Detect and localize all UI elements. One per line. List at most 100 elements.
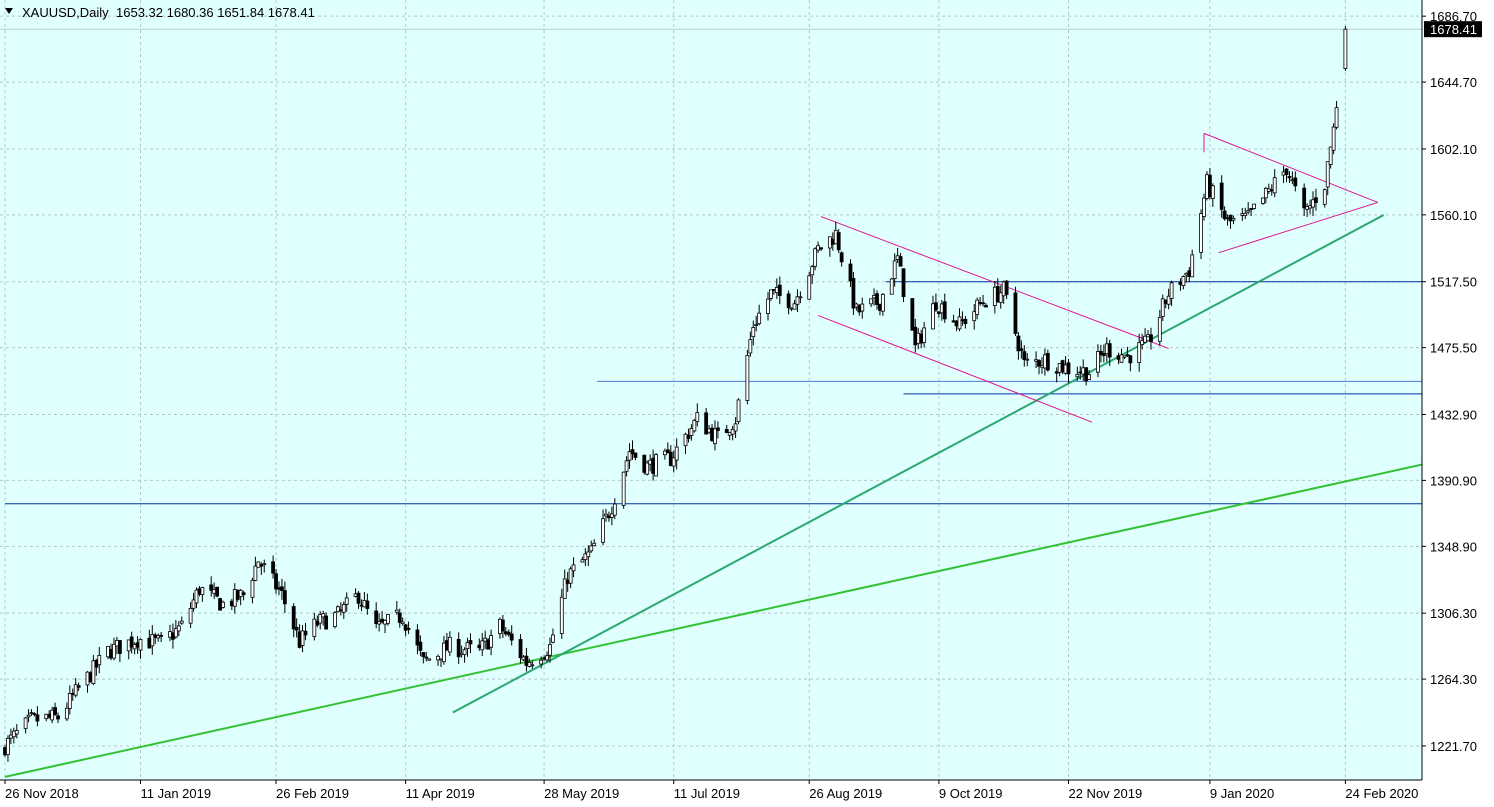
price-tick-label: 1602.10 [1430,142,1477,157]
candle [1331,123,1336,155]
time-tick-label: 26 Aug 2019 [809,786,882,801]
candle-body-up [592,542,597,546]
candle-body-down [500,619,505,632]
price-tick-label: 1644.70 [1430,75,1477,90]
candle-body-up [1343,28,1348,69]
candle-body-up [612,503,617,516]
candle-body-down [786,293,791,309]
last-price-marker: 1678.41 [1424,21,1482,38]
candle-body-down [1107,343,1112,358]
candle-body-down [280,586,284,591]
candle-body-up [1181,276,1186,286]
time-tick-label: 11 Jan 2019 [141,786,212,801]
candle [889,278,894,295]
candle [621,471,626,509]
candle-body-down [32,713,37,716]
candle-body-down [1287,176,1292,179]
candle-body-down [942,301,947,320]
candle-body-down [1004,280,1009,295]
candle-body-down [76,685,81,688]
candle-body-up [26,714,31,718]
candle-body-down [468,640,473,645]
candle-body-down [1022,351,1027,361]
candle-body-up [810,266,815,276]
candle-body-up [250,579,255,598]
candle-body-up [736,399,741,422]
candle [1013,286,1018,336]
candle-body-up [713,428,717,445]
candle [1261,197,1265,205]
candle-body-up [654,454,658,477]
candle-body-up [880,294,885,312]
candle-body-up [769,289,773,299]
candle-body-up [341,604,346,613]
candle-body-down [421,652,426,657]
candle-body-up [253,565,258,581]
candle [333,611,337,629]
candle-body-up [67,693,72,709]
candle [1252,203,1256,210]
candle-body-up [589,545,594,552]
price-tick-label: 1517.50 [1430,275,1477,290]
candle-body-up [692,419,697,432]
candle-body-up [23,717,28,730]
candle-body-down [282,590,287,605]
candle-body-up [1122,355,1127,358]
candle-body-down [241,592,246,596]
candle-body-down [294,626,299,631]
candle-body-down [1219,182,1224,210]
price-tick-label: 1306.30 [1430,606,1477,621]
price-tick-label: 1475.50 [1430,341,1477,356]
candle-body-down [1302,187,1307,209]
candle-body-up [462,649,467,655]
candle-body-up [586,551,591,558]
candle-body-up [757,312,762,325]
candle-body-down [984,304,988,308]
candle [807,272,812,300]
candle-body-up [1243,212,1248,217]
candle-body-down [839,252,844,263]
candle-body-up [1272,177,1277,194]
candle-body-up [766,298,770,314]
candle-body-down [509,633,514,641]
candle-body-up [748,339,753,354]
candle-body-down [875,293,879,305]
candle [427,658,432,661]
candle-body-up [221,601,225,608]
candle [1343,26,1348,71]
candle-body-down [424,656,429,659]
candle-body-up [624,460,629,472]
candle-body-up [1025,358,1030,361]
candle-body-up [580,559,585,563]
candle-body-up [1199,213,1203,253]
candle-body-up [480,640,485,651]
candle-body-down [963,318,968,324]
candle-body-down [910,298,915,331]
candle-body-down [365,600,370,609]
candle-body-up [860,303,865,312]
candle-body-up [179,620,184,624]
time-tick-label: 26 Feb 2019 [276,786,349,801]
price-tick-label: 1264.30 [1430,672,1477,687]
candle-body-up [695,412,700,422]
candle-body-up [1325,161,1330,188]
candle-body-up [14,730,19,735]
candle-body-up [1322,189,1327,205]
candle-body-up [427,658,432,661]
candle-body-up [1157,316,1162,342]
chart-svg[interactable]: 1686.701644.701602.101560.101517.501475.… [0,0,1494,807]
candle-body-down [901,268,906,298]
candle [851,272,856,315]
candle-body-up [813,248,818,267]
time-axis: 26 Nov 2018 11 Jan 2019 26 Feb 2019 11 Apr … [4,780,1418,801]
candle-body-up [1334,107,1339,128]
candle-body-down [356,592,361,604]
candle-body-up [922,327,927,343]
candle-body-up [1087,374,1092,380]
candle-body-up [1190,254,1195,278]
candle-body-down [53,707,57,715]
candle [910,298,915,331]
candle-body-up [1231,218,1236,221]
candle-body-down [819,247,823,250]
price-chart[interactable]: 1686.70 1644.70 1602.10 1560.10 1517.50 1475.… [0,0,1494,807]
